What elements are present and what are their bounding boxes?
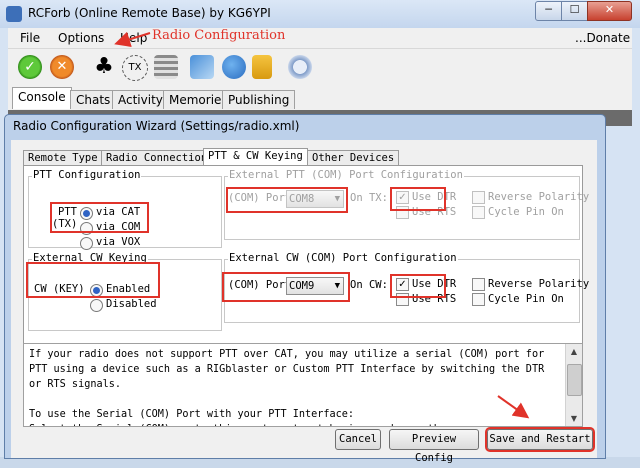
on-cw-label: On CW: [350, 279, 388, 291]
menu-donate[interactable]: ...Donate [575, 31, 630, 45]
tab-radio-connection[interactable]: Radio Connection [101, 150, 213, 166]
ptt-cycle-label: Cycle Pin On [488, 206, 564, 218]
window-title: RCForb (Online Remote Base) by KG6YPI [28, 6, 271, 20]
annotation-box-cw-key [26, 262, 160, 298]
stop-icon[interactable]: ✕ [50, 55, 74, 79]
tab-activity[interactable]: Activity [112, 90, 169, 109]
checkmark-icon[interactable]: ✓ [18, 55, 42, 79]
menu-bar: File Options Help ...Donate [8, 28, 632, 48]
scroll-thumb[interactable] [567, 364, 582, 396]
annotation-box-ptt-dtr [390, 187, 446, 211]
ptt-cw-panel: PTT Configuration PTT (TX) via CAT via C… [23, 165, 589, 345]
toolbar: ✓ ✕ ♣ TX [8, 48, 632, 87]
ptt-reverse-label: Reverse Polarity [488, 191, 590, 203]
on-tx-label: On TX: [350, 192, 388, 204]
minimize-button[interactable]: ─ [535, 1, 562, 21]
annotation-box-ext-cw-port [222, 272, 350, 302]
cw-cycle-checkbox[interactable] [472, 293, 485, 306]
computers-icon[interactable] [190, 55, 214, 79]
radio-config-dialog: Radio Configuration Wizard (Settings/rad… [4, 114, 606, 464]
title-bar: RCForb (Online Remote Base) by KG6YPI ─ … [0, 0, 640, 28]
ext-ptt-group-label: External PTT (COM) Port Configuration [228, 169, 464, 181]
annotation-box-cw-dtr [390, 274, 446, 298]
club-icon[interactable]: ♣ [92, 55, 116, 79]
close-button[interactable]: ✕ [587, 1, 632, 21]
cw-reverse-label: Reverse Polarity [488, 278, 590, 290]
users-icon[interactable] [222, 55, 246, 79]
tab-publishing[interactable]: Publishing [222, 90, 296, 109]
info-text: If your radio does not support PTT over … [29, 349, 545, 426]
menu-help[interactable]: Help [120, 31, 147, 45]
tab-other-devices[interactable]: Other Devices [307, 150, 400, 166]
maximize-button[interactable]: ☐ [561, 1, 588, 21]
cw-disabled-label: Disabled [106, 298, 157, 310]
cancel-button[interactable]: Cancel [335, 429, 381, 450]
scrollbar[interactable]: ▲ ▼ [565, 344, 582, 426]
list-icon[interactable] [154, 55, 178, 79]
main-tab-bar: Console Chats Activity Memories Publishi… [8, 86, 632, 110]
scroll-down-icon[interactable]: ▼ [566, 411, 582, 426]
ext-cw-group-label: External CW (COM) Port Configuration [228, 252, 458, 264]
ptt-group-label: PTT Configuration [32, 169, 142, 181]
save-and-restart-button[interactable]: Save and Restart [485, 427, 595, 452]
menu-file[interactable]: File [20, 31, 40, 45]
dialog-body: Remote Type Radio Connection PTT & CW Ke… [11, 140, 597, 464]
radio-via-vox[interactable] [80, 237, 93, 250]
annotation-box-ptt [50, 202, 149, 233]
ptt-reverse-checkbox[interactable] [472, 191, 485, 204]
ptt-cycle-checkbox[interactable] [472, 206, 485, 219]
menu-options[interactable]: Options [58, 31, 104, 45]
radio-cw-disabled[interactable] [90, 299, 103, 312]
tx-icon[interactable]: TX [122, 55, 148, 81]
lock-icon[interactable] [252, 55, 272, 79]
settings-icon[interactable] [288, 55, 312, 79]
cw-cycle-label: Cycle Pin On [488, 293, 564, 305]
cw-reverse-checkbox[interactable] [472, 278, 485, 291]
tab-remote-type[interactable]: Remote Type [23, 150, 103, 166]
scroll-up-icon[interactable]: ▲ [566, 344, 582, 359]
tab-chats[interactable]: Chats [70, 90, 117, 109]
tab-console[interactable]: Console [12, 87, 72, 109]
info-text-area[interactable]: If your radio does not support PTT over … [23, 343, 583, 427]
annotation-box-ext-ptt-port [226, 187, 348, 213]
dialog-title: Radio Configuration Wizard (Settings/rad… [13, 119, 300, 133]
app-icon [6, 6, 22, 22]
annotation-radio-configuration: Radio Configuration [152, 28, 286, 43]
via-vox-label: via VOX [96, 236, 141, 248]
preview-config-button[interactable]: Preview Config [389, 429, 479, 464]
